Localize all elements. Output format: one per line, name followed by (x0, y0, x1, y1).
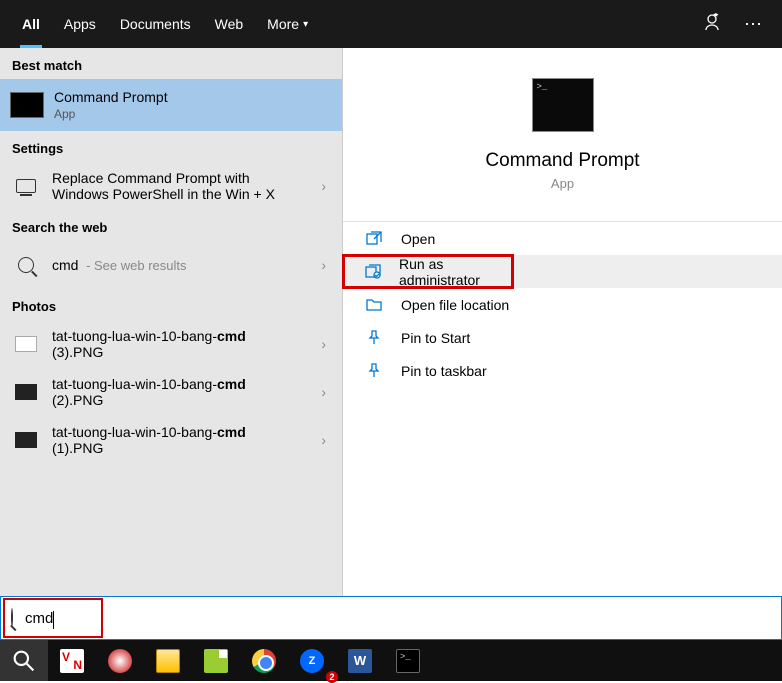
action-label: Pin to taskbar (401, 363, 487, 379)
result-command-prompt[interactable]: Command Prompt App (0, 79, 342, 131)
result-web-cmd[interactable]: cmd - See web results › (0, 241, 342, 289)
open-icon (365, 230, 383, 248)
result-photo[interactable]: tat-tuong-lua-win-10-bang-cmd(1).PNG› (0, 416, 342, 464)
chevron-right-icon: › (315, 178, 332, 194)
action-open-file-location[interactable]: Open file location (343, 288, 782, 321)
search-bar[interactable]: cmd (0, 596, 782, 640)
result-photo[interactable]: tat-tuong-lua-win-10-bang-cmd(3).PNG› (0, 320, 342, 368)
photo-thumb-icon (10, 328, 42, 360)
action-label: Open (401, 231, 435, 247)
taskbar-word[interactable]: W (336, 640, 384, 681)
section-search-web: Search the web (0, 210, 342, 241)
tab-web[interactable]: Web (203, 0, 256, 48)
taskbar-zalo[interactable]: Z (288, 640, 336, 681)
search-filter-tabs: All Apps Documents Web More▾ ⋯ (0, 0, 782, 48)
chevron-right-icon: › (315, 336, 332, 352)
action-label: Open file location (401, 297, 509, 313)
section-photos: Photos (0, 289, 342, 320)
taskbar-notepad[interactable] (192, 640, 240, 681)
action-list: Open Run as administrator Open file loca… (343, 221, 782, 387)
preview-panel: Command Prompt App Open Run as administr… (342, 48, 782, 596)
action-pin-to-taskbar[interactable]: Pin to taskbar (343, 354, 782, 387)
result-title: Replace Command Prompt withWindows Power… (52, 170, 315, 202)
results-panel: Best match Command Prompt App Settings R… (0, 48, 342, 596)
admin-icon (365, 263, 381, 281)
photo-thumb-icon (10, 424, 42, 456)
photo-thumb-icon (10, 376, 42, 408)
more-options-icon[interactable]: ⋯ (744, 14, 762, 35)
result-title: cmd - See web results (52, 257, 315, 273)
action-label: Run as administrator (399, 256, 513, 288)
taskbar-search-button[interactable] (0, 640, 48, 681)
result-title: tat-tuong-lua-win-10-bang-cmd(2).PNG (52, 376, 315, 408)
tab-all[interactable]: All (10, 0, 52, 48)
result-subtitle: App (54, 107, 332, 121)
tab-documents[interactable]: Documents (108, 0, 203, 48)
action-open[interactable]: Open (343, 222, 782, 255)
pin-icon (365, 329, 383, 347)
taskbar-file-explorer[interactable] (144, 640, 192, 681)
taskbar-unikey[interactable] (48, 640, 96, 681)
preview-title: Command Prompt (343, 150, 782, 172)
chevron-right-icon: › (315, 384, 332, 400)
preview-subtitle: App (343, 176, 782, 191)
folder-icon (365, 296, 383, 314)
search-icon (10, 249, 42, 281)
chevron-right-icon: › (315, 432, 332, 448)
pin-icon (365, 362, 383, 380)
result-replace-cmd-powershell[interactable]: Replace Command Prompt withWindows Power… (0, 162, 342, 210)
taskbar-cmd[interactable] (384, 640, 432, 681)
result-photo[interactable]: tat-tuong-lua-win-10-bang-cmd(2).PNG› (0, 368, 342, 416)
monitor-icon (10, 170, 42, 202)
taskbar-chrome[interactable] (240, 640, 288, 681)
result-title: tat-tuong-lua-win-10-bang-cmd(1).PNG (52, 424, 315, 456)
section-best-match: Best match (0, 48, 342, 79)
preview-thumbnail (532, 78, 594, 132)
chevron-down-icon: ▾ (303, 19, 308, 30)
action-pin-to-start[interactable]: Pin to Start (343, 321, 782, 354)
action-label: Pin to Start (401, 330, 470, 346)
chevron-right-icon: › (315, 257, 332, 273)
tab-apps[interactable]: Apps (52, 0, 108, 48)
result-title: tat-tuong-lua-win-10-bang-cmd(3).PNG (52, 328, 315, 360)
taskbar-snagit[interactable] (96, 640, 144, 681)
tab-more[interactable]: More▾ (255, 0, 320, 48)
action-run-as-admin[interactable]: Run as administrator (343, 255, 513, 288)
section-settings: Settings (0, 131, 342, 162)
cmd-icon (10, 92, 44, 118)
taskbar: Z W (0, 640, 782, 681)
result-title: Command Prompt (54, 89, 332, 105)
feedback-icon[interactable] (704, 12, 724, 37)
